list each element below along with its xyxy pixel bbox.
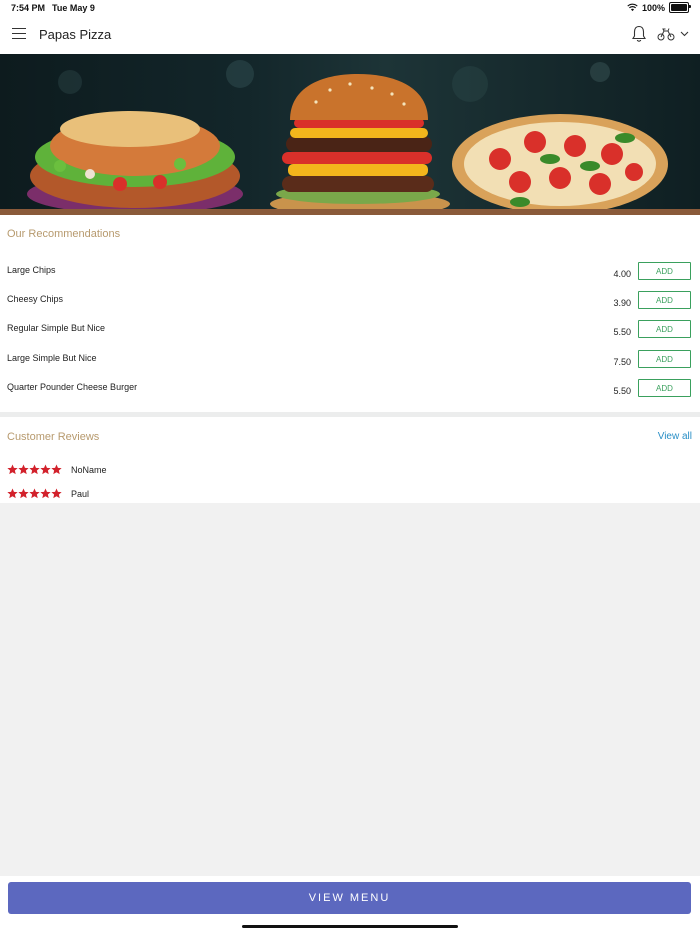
chevron-down-icon[interactable] [680,31,689,37]
recommendations-title: Our Recommendations [7,228,121,240]
star-icon [18,488,29,499]
battery-icon [669,2,691,13]
item-name: Cheesy Chips [7,294,64,304]
recommendation-item: Large Simple But Nice 7.50 ADD [0,350,700,377]
status-time: 7:54 PM [11,3,46,13]
reviewer-name: NoName [71,465,107,475]
add-button[interactable]: ADD [638,379,691,397]
star-rating [7,488,62,499]
item-price: 5.50 [613,327,631,337]
reviews-title: Customer Reviews [7,431,100,443]
item-name: Quarter Pounder Cheese Burger [7,382,138,392]
star-icon [29,464,40,475]
add-button[interactable]: ADD [638,350,691,368]
star-rating [7,464,62,475]
item-price: 5.50 [613,386,631,396]
item-price: 3.90 [613,298,631,308]
pizza-image [452,114,668,214]
star-icon [40,464,51,475]
review-item: Paul [0,488,700,504]
reviews-section: Customer Reviews View all NoName Paul [0,417,700,503]
delivery-bike-icon[interactable] [657,27,675,41]
star-icon [7,488,18,499]
battery-percent: 100% [641,2,665,13]
add-button[interactable]: ADD [638,291,691,309]
item-name: Regular Simple But Nice [7,323,106,333]
add-button[interactable]: ADD [638,320,691,338]
item-name: Large Simple But Nice [7,353,97,363]
app-title: Papas Pizza [39,27,112,42]
cheeseburger-image [270,74,450,215]
add-button[interactable]: ADD [638,262,691,280]
item-name: Large Chips [7,265,56,275]
star-icon [51,464,62,475]
menu-icon[interactable] [12,28,26,39]
recommendation-item: Cheesy Chips 3.90 ADD [0,291,700,318]
bell-icon[interactable] [631,25,647,43]
star-icon [29,488,40,499]
star-icon [51,488,62,499]
star-icon [40,488,51,499]
star-icon [18,464,29,475]
recommendations-section: Our Recommendations Large Chips 4.00 ADD… [0,215,700,412]
footer: VIEW MENU [0,876,700,934]
item-price: 4.00 [613,269,631,279]
view-menu-button[interactable]: VIEW MENU [8,882,691,914]
view-all-link[interactable]: View all [658,431,692,442]
recommendation-item: Large Chips 4.00 ADD [0,262,700,289]
kebab-sandwich-image [27,111,243,214]
star-icon [7,464,18,475]
food-banner-image [27,60,668,215]
recommendation-item: Quarter Pounder Cheese Burger 5.50 ADD [0,379,700,406]
status-bar: 7:54 PM Tue May 9 100% [0,0,700,16]
hero-banner [0,54,700,215]
status-date: Tue May 9 [52,3,95,13]
reviewer-name: Paul [71,489,90,499]
app-header: Papas Pizza [0,16,700,55]
recommendation-item: Regular Simple But Nice 5.50 ADD [0,320,700,347]
wifi-icon [627,3,638,12]
home-indicator[interactable] [242,925,458,928]
status-indicators: 100% [627,2,691,13]
review-item: NoName [0,464,700,480]
item-price: 7.50 [613,357,631,367]
